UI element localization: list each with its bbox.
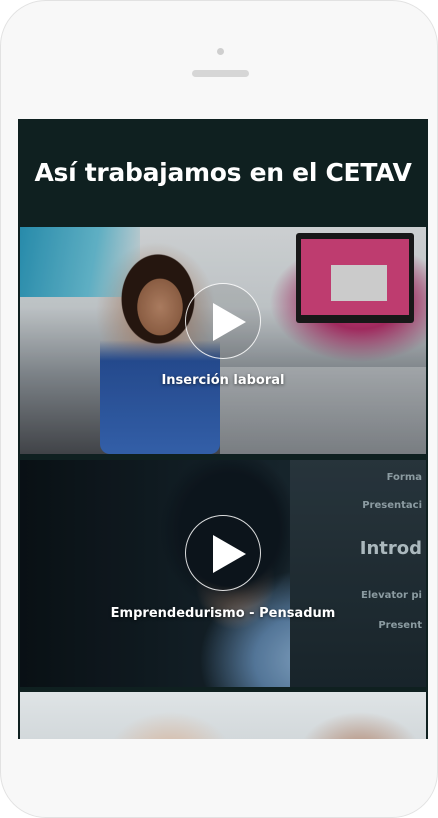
video-card-partial[interactable] [20,692,426,739]
phone-frame: Así trabajamos en el CETAV Inserción lab… [0,0,438,818]
page-header: Así trabajamos en el CETAV [18,119,428,225]
video-card-insercion-laboral[interactable]: Inserción laboral [20,227,426,454]
video-caption: Inserción laboral [161,373,285,388]
speaker-grille [192,70,249,77]
video-thumbnail [20,692,426,739]
video-caption: Emprendedurismo - Pensadum [110,606,336,621]
phone-screen: Así trabajamos en el CETAV Inserción lab… [18,119,428,739]
play-icon[interactable] [185,515,261,591]
video-card-emprendedurismo[interactable]: Forma Presentaci Introd Elevator pi Pres… [20,460,426,687]
page-title: Así trabajamos en el CETAV [34,157,412,187]
front-camera [217,48,224,55]
play-icon[interactable] [185,283,261,359]
